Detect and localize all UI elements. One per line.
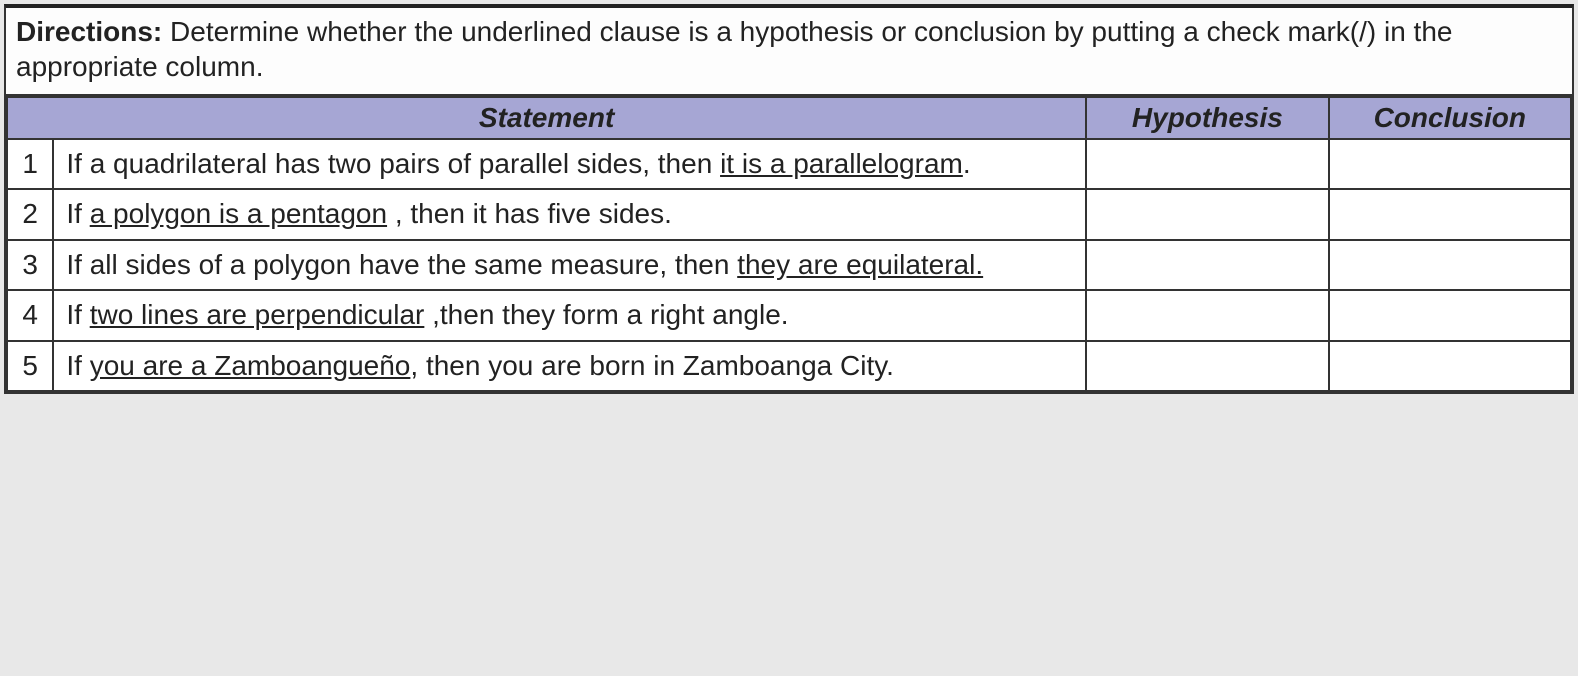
table-row: 3 If all sides of a polygon have the sam… (7, 240, 1571, 290)
statement-post: , then you are born in Zamboanga City. (410, 350, 894, 381)
worksheet-container: Directions: Determine whether the underl… (4, 4, 1574, 394)
conclusion-cell[interactable] (1329, 139, 1571, 189)
statement-underlined: a polygon is a pentagon (90, 198, 387, 229)
worksheet-table: Statement Hypothesis Conclusion 1 If a q… (6, 96, 1572, 392)
directions-block: Directions: Determine whether the underl… (6, 8, 1572, 96)
header-hypothesis: Hypothesis (1086, 97, 1328, 139)
statement-cell: If a quadrilateral has two pairs of para… (53, 139, 1086, 189)
statement-pre: If (66, 299, 89, 330)
statement-underlined: you are a Zamboangueño (90, 350, 411, 381)
statement-post: ,then they form a right angle. (424, 299, 788, 330)
directions-label: Directions: (16, 16, 162, 47)
statement-underlined: they are equilateral. (737, 249, 983, 280)
statement-pre: If (66, 350, 89, 381)
table-header-row: Statement Hypothesis Conclusion (7, 97, 1571, 139)
row-number: 2 (7, 189, 53, 239)
row-number: 5 (7, 341, 53, 391)
statement-post: . (963, 148, 971, 179)
statement-pre: If a quadrilateral has two pairs of para… (66, 148, 720, 179)
hypothesis-cell[interactable] (1086, 240, 1328, 290)
row-number: 4 (7, 290, 53, 340)
hypothesis-cell[interactable] (1086, 290, 1328, 340)
row-number: 3 (7, 240, 53, 290)
hypothesis-cell[interactable] (1086, 341, 1328, 391)
table-row: 4 If two lines are perpendicular ,then t… (7, 290, 1571, 340)
conclusion-cell[interactable] (1329, 341, 1571, 391)
hypothesis-cell[interactable] (1086, 189, 1328, 239)
header-conclusion: Conclusion (1329, 97, 1571, 139)
statement-cell: If you are a Zamboangueño, then you are … (53, 341, 1086, 391)
statement-cell: If a polygon is a pentagon , then it has… (53, 189, 1086, 239)
statement-pre: If (66, 198, 89, 229)
conclusion-cell[interactable] (1329, 290, 1571, 340)
table-row: 1 If a quadrilateral has two pairs of pa… (7, 139, 1571, 189)
statement-pre: If all sides of a polygon have the same … (66, 249, 737, 280)
table-row: 2 If a polygon is a pentagon , then it h… (7, 189, 1571, 239)
statement-post: , then it has five sides. (387, 198, 672, 229)
statement-cell: If all sides of a polygon have the same … (53, 240, 1086, 290)
row-number: 1 (7, 139, 53, 189)
directions-text: Determine whether the underlined clause … (16, 16, 1452, 82)
conclusion-cell[interactable] (1329, 240, 1571, 290)
statement-underlined: it is a parallelogram (720, 148, 963, 179)
conclusion-cell[interactable] (1329, 189, 1571, 239)
table-row: 5 If you are a Zamboangueño, then you ar… (7, 341, 1571, 391)
statement-cell: If two lines are perpendicular ,then the… (53, 290, 1086, 340)
statement-underlined: two lines are perpendicular (90, 299, 425, 330)
header-statement: Statement (7, 97, 1086, 139)
hypothesis-cell[interactable] (1086, 139, 1328, 189)
